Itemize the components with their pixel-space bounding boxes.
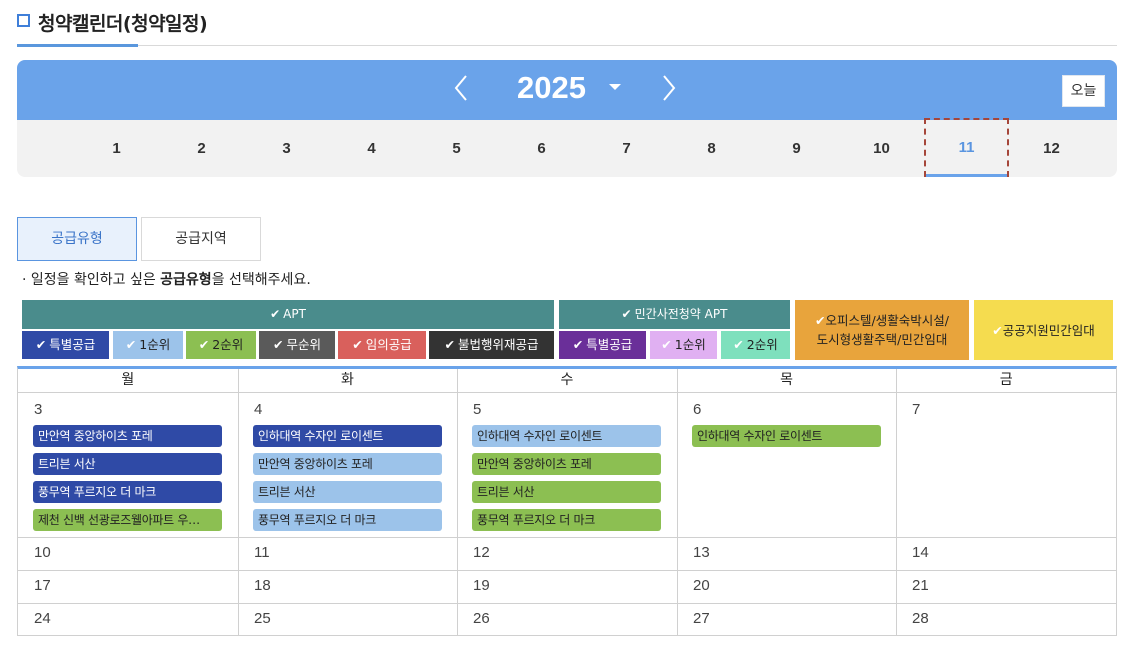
check-icon: ✔: [352, 337, 363, 352]
check-icon: ✔: [992, 322, 1003, 338]
month-3[interactable]: 3: [244, 120, 329, 177]
check-icon: ✔: [125, 337, 137, 352]
row-divider: [18, 570, 1116, 571]
check-icon: ✔: [733, 337, 744, 352]
day-number: 14: [912, 544, 929, 561]
check-icon: ✔: [273, 337, 284, 352]
filter-apt-second-rank[interactable]: ✔ 2순위: [186, 331, 256, 359]
weekday-header: 금: [896, 369, 1116, 393]
day-number: 6: [693, 401, 702, 418]
day-number: 21: [912, 577, 929, 594]
calendar-event[interactable]: 풍무역 푸르지오 더 마크: [33, 481, 222, 503]
filter-presale-second-rank[interactable]: ✔ 2순위: [721, 331, 790, 359]
day-number: 28: [912, 610, 929, 627]
filter-apt-illegal-resupply[interactable]: ✔ 불법행위재공급: [429, 331, 554, 359]
column-divider: [457, 369, 458, 635]
day-number: 3: [34, 401, 43, 418]
month-11[interactable]: 11: [924, 118, 1009, 177]
day-number: 26: [473, 610, 490, 627]
day-number: 20: [693, 577, 710, 594]
row-divider: [18, 603, 1116, 604]
filter-apt-special-supply[interactable]: ✔ 특별공급: [22, 331, 109, 359]
month-5[interactable]: 5: [414, 120, 499, 177]
day-number: 17: [34, 577, 51, 594]
filter-public-rental[interactable]: ✔공공지원민간임대: [974, 300, 1113, 360]
page-title: 청약캘린더(청약일정): [38, 13, 208, 35]
day-number: 5: [473, 401, 482, 418]
calendar-grid: 월 화 수 목 금 3 만안역 중앙하이츠 포레 트리븐 서산 풍무역 푸르지오 더 마크 제천 …: [17, 366, 1117, 636]
calendar-event[interactable]: 만안역 중앙하이츠 포레: [33, 425, 222, 447]
check-icon: ✔: [572, 337, 584, 352]
calendar-event[interactable]: 풍무역 푸르지오 더 마크: [472, 509, 661, 531]
column-divider: [896, 369, 897, 635]
check-icon: ✔: [661, 337, 672, 352]
day-number: 24: [34, 610, 51, 627]
month-selector: 1 2 3 4 5 6 7 8 9 10 11 12: [17, 118, 1117, 177]
month-1[interactable]: 1: [74, 120, 159, 177]
day-number: 19: [473, 577, 490, 594]
weekday-header: 월: [18, 369, 238, 393]
check-icon: ✔: [444, 337, 455, 352]
title-underline: [17, 44, 138, 47]
check-icon: ✔: [621, 307, 632, 321]
day-number: 10: [34, 544, 51, 561]
calendar-event[interactable]: 인하대역 수자인 로이센트: [692, 425, 881, 447]
year-dropdown-caret-icon[interactable]: [609, 84, 621, 90]
check-icon: ✔: [815, 313, 826, 328]
month-12[interactable]: 12: [1009, 120, 1094, 177]
column-divider: [677, 369, 678, 635]
weekday-header: 목: [676, 369, 897, 393]
instruction-text: · 일정을 확인하고 싶은 공급유형을 선택해주세요.: [22, 272, 311, 288]
month-9[interactable]: 9: [754, 120, 839, 177]
filter-apt-header[interactable]: ✔ APT: [22, 300, 554, 329]
tab-supply-type[interactable]: 공급유형: [17, 217, 137, 261]
weekday-header: 화: [237, 369, 458, 393]
next-year-chevron-icon[interactable]: [657, 73, 681, 103]
calendar-event[interactable]: 제천 신백 선광로즈웰아파트 우…: [33, 509, 222, 531]
page-header: 청약캘린더(청약일정): [17, 0, 1117, 47]
day-number: 7: [912, 401, 921, 418]
column-divider: [238, 369, 239, 635]
year-label[interactable]: 2025: [517, 70, 586, 106]
calendar-event[interactable]: 만안역 중앙하이츠 포레: [253, 453, 442, 475]
month-8[interactable]: 8: [669, 120, 754, 177]
filter-officetel-residence[interactable]: ✔오피스텔/생활숙박시설/도시형생활주택/민간임대: [795, 300, 969, 360]
calendar-event[interactable]: 풍무역 푸르지오 더 마크: [253, 509, 442, 531]
month-7[interactable]: 7: [584, 120, 669, 177]
day-number: 13: [693, 544, 710, 561]
filter-apt-no-rank[interactable]: ✔ 무순위: [259, 331, 335, 359]
day-number: 12: [473, 544, 490, 561]
month-2[interactable]: 2: [159, 120, 244, 177]
filter-apt-first-rank[interactable]: ✔ 1순위: [113, 331, 183, 359]
square-bullet-icon: [17, 14, 30, 27]
calendar-event[interactable]: 만안역 중앙하이츠 포레: [472, 453, 661, 475]
filter-presale-apt-header[interactable]: ✔ 민간사전청약 APT: [559, 300, 790, 329]
day-number: 11: [254, 544, 270, 561]
filter-apt-optional-supply[interactable]: ✔ 임의공급: [338, 331, 426, 359]
month-10[interactable]: 10: [839, 120, 924, 177]
check-icon: ✔: [198, 337, 210, 352]
weekday-header: 수: [457, 369, 677, 393]
previous-year-chevron-icon[interactable]: [449, 73, 473, 103]
calendar-event[interactable]: 트리븐 서산: [253, 481, 442, 503]
calendar-event[interactable]: 트리븐 서산: [472, 481, 661, 503]
day-number: 27: [693, 610, 710, 627]
day-number: 18: [254, 577, 271, 594]
filter-presale-special-supply[interactable]: ✔ 특별공급: [559, 331, 646, 359]
today-button[interactable]: 오늘: [1062, 75, 1105, 107]
check-icon: ✔: [35, 337, 47, 352]
day-number: 4: [254, 401, 263, 418]
day-number: 25: [254, 610, 271, 627]
filter-presale-first-rank[interactable]: ✔ 1순위: [650, 331, 717, 359]
tab-supply-region[interactable]: 공급지역: [141, 217, 261, 261]
calendar-event[interactable]: 트리븐 서산: [33, 453, 222, 475]
check-icon: ✔: [270, 307, 281, 321]
month-6[interactable]: 6: [499, 120, 584, 177]
year-navigation-bar: 2025 오늘: [17, 60, 1117, 120]
calendar-event[interactable]: 인하대역 수자인 로이센트: [472, 425, 661, 447]
month-4[interactable]: 4: [329, 120, 414, 177]
calendar-event[interactable]: 인하대역 수자인 로이센트: [253, 425, 442, 447]
row-divider: [18, 537, 1116, 538]
